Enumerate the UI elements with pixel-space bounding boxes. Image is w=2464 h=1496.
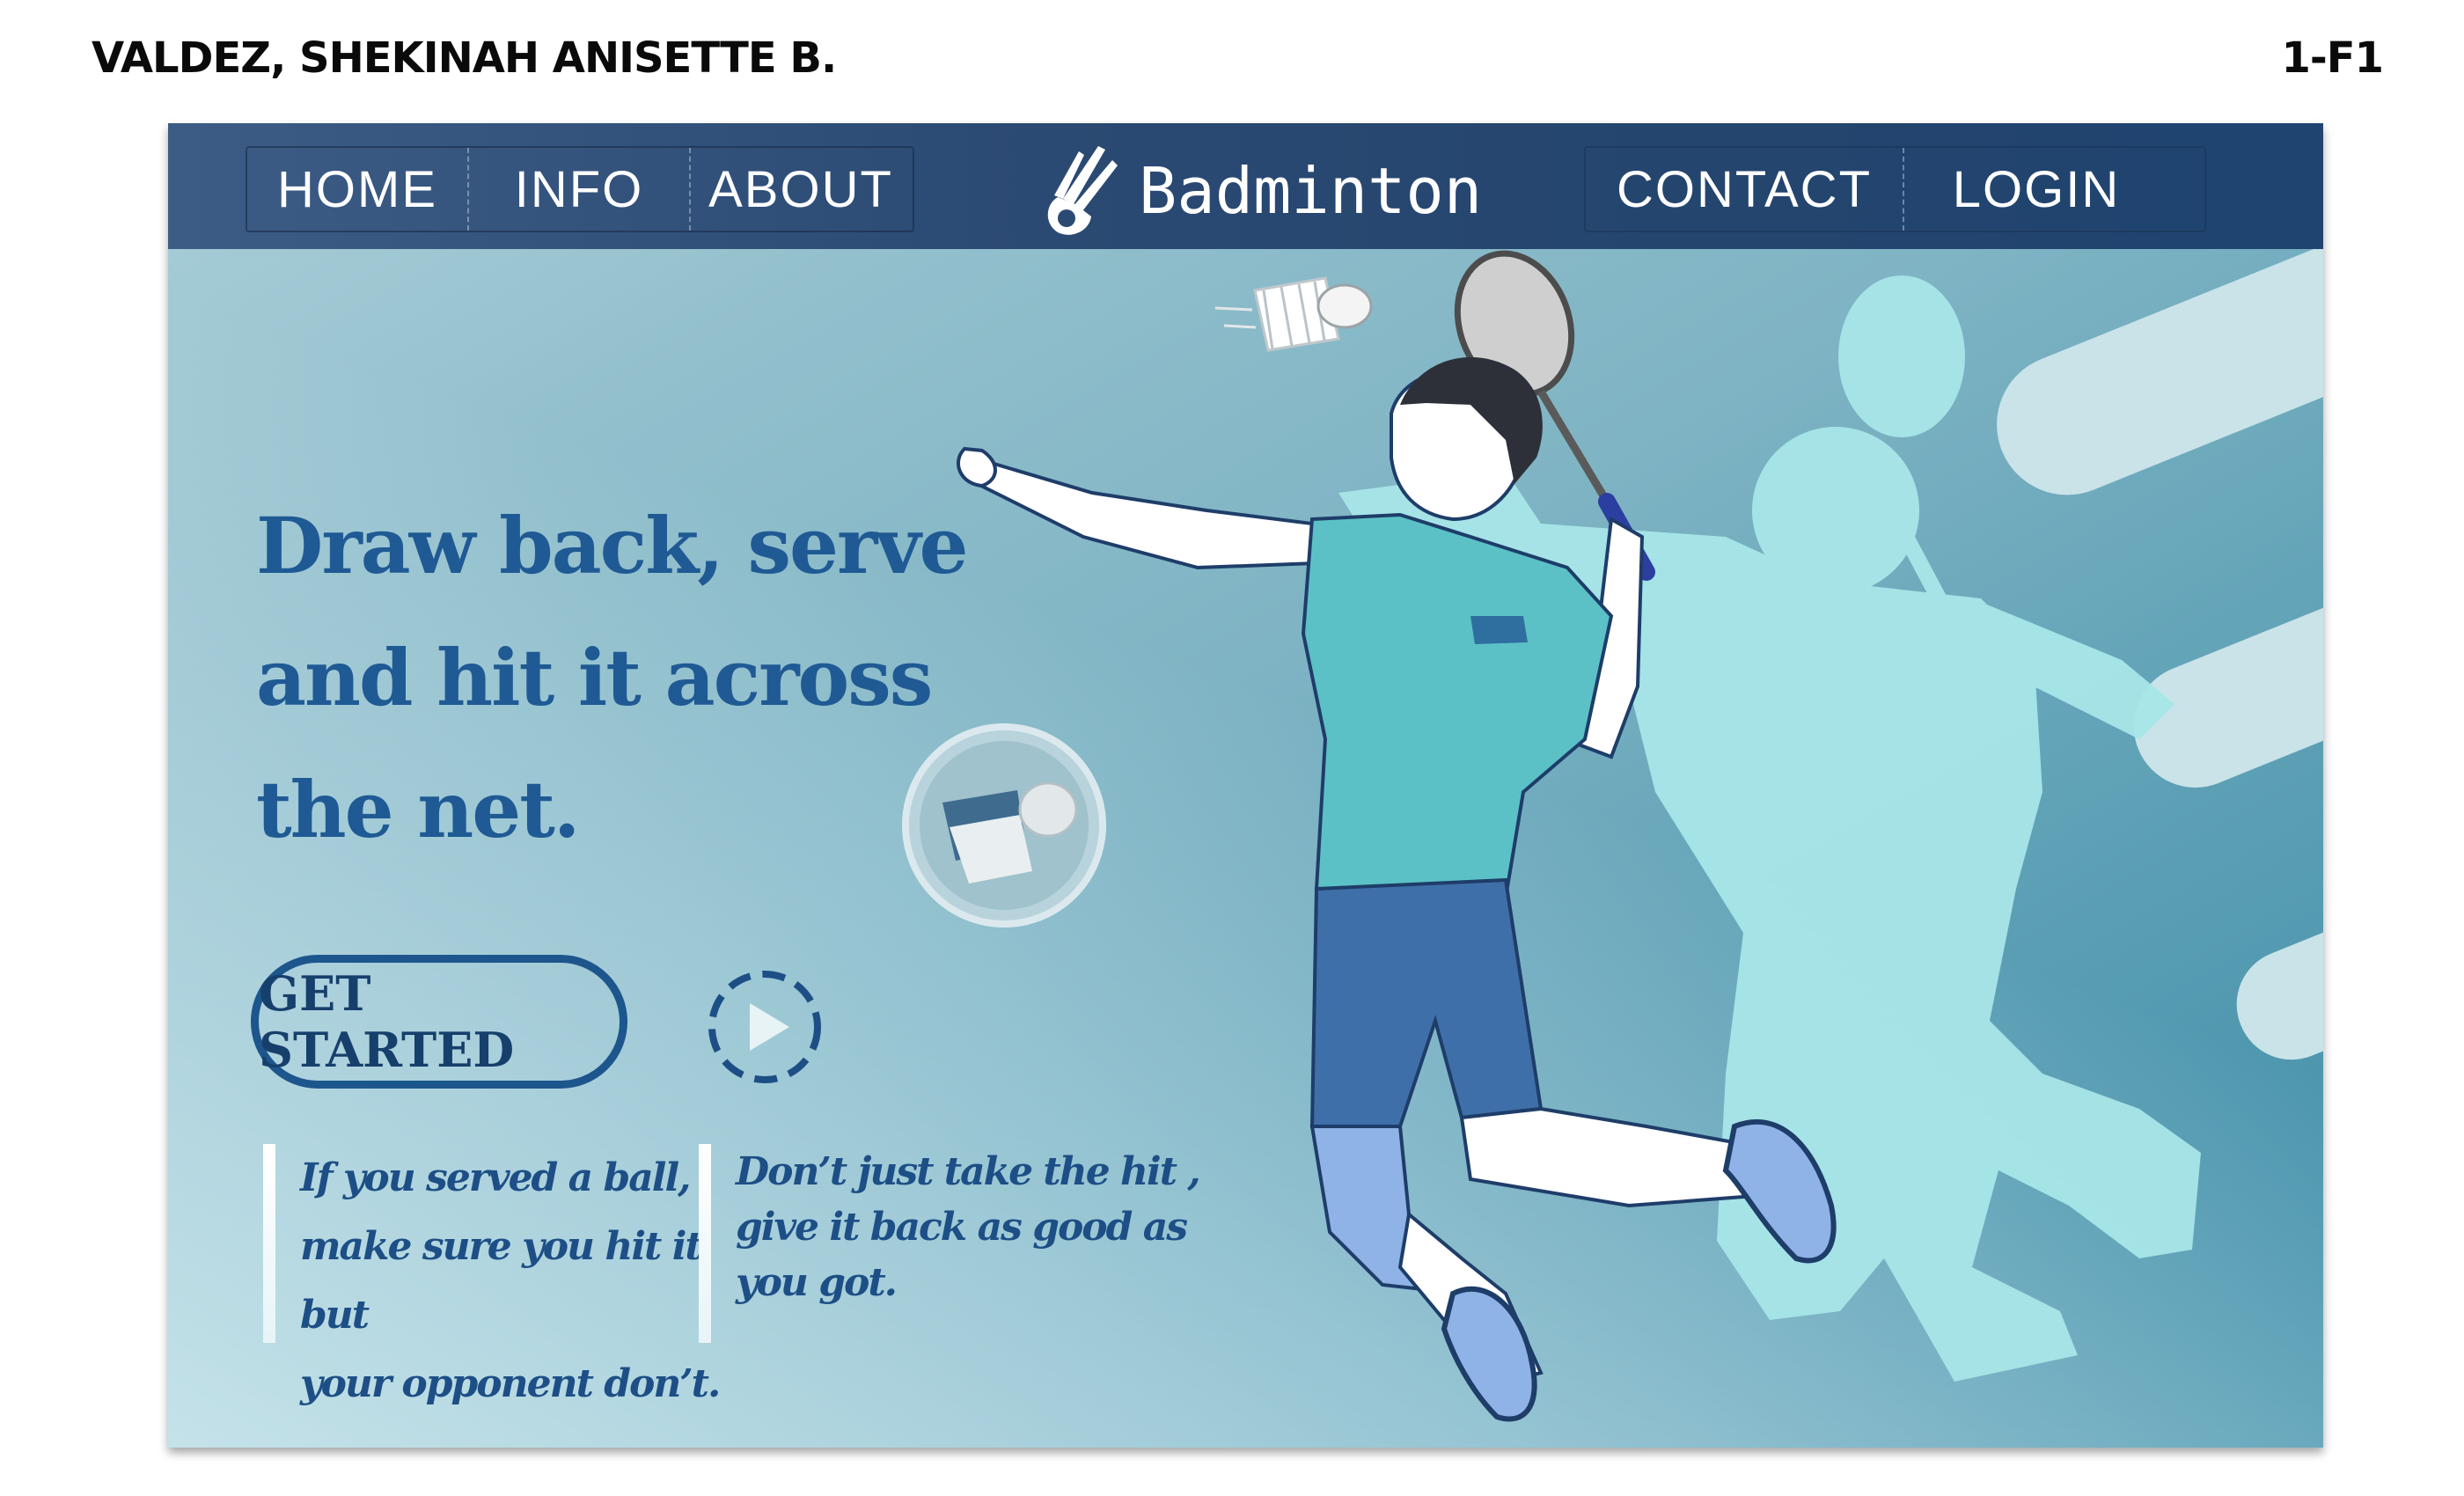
website-mockup: HOME INFO ABOUT Badminton CONTACT LOGIN … (168, 123, 2323, 1448)
top-navigation-bar: HOME INFO ABOUT Badminton CONTACT LOGIN (168, 123, 2323, 249)
nav-item-contact[interactable]: CONTACT (1586, 148, 1903, 231)
nav-right-group: CONTACT LOGIN (1584, 146, 2206, 232)
player-shorts (1309, 877, 1544, 1128)
get-started-button[interactable]: GET STARTED (251, 955, 627, 1089)
brand-logo[interactable]: Badminton (1037, 143, 1482, 239)
hero-headline: Draw back, serve and hit it across the n… (256, 480, 1048, 876)
quote-line: you got. (736, 1260, 898, 1305)
quote-line: make sure you hit it but (300, 1224, 703, 1338)
quote-bar (699, 1144, 711, 1343)
quote-line: give it back as good as (736, 1205, 1188, 1250)
quote-line: Don’t just take the hit , (736, 1149, 1201, 1194)
document-author: VALDEZ, SHEKINAH ANISETTE B. (92, 33, 837, 83)
player-shirt (1301, 512, 1614, 918)
quote-line: If you served a ball, (300, 1155, 692, 1200)
headline-line: the net. (256, 764, 581, 855)
player-shoe-left (1441, 1286, 1537, 1422)
quote-line: your opponent don’t. (300, 1361, 721, 1406)
quote-right: Don’t just take the hit , give it back a… (699, 1144, 1228, 1343)
shuttlecock-flying (1214, 276, 1373, 352)
headline-line: and hit it across (256, 632, 933, 723)
quote-left: If you served a ball, make sure you hit … (263, 1144, 749, 1419)
nav-item-home[interactable]: HOME (247, 148, 467, 231)
shuttlecock-icon (1047, 146, 1118, 235)
silhouette-racket-head (1838, 275, 1965, 437)
nav-left-group: HOME INFO ABOUT (246, 146, 914, 232)
racket-shaft (1537, 389, 1610, 504)
headline-line: Draw back, serve (256, 500, 968, 591)
decor-pill-top (1997, 235, 2323, 495)
nav-item-info[interactable]: INFO (469, 148, 689, 231)
quote-bar (263, 1144, 275, 1343)
nav-item-about[interactable]: ABOUT (691, 148, 911, 231)
play-icon[interactable] (706, 968, 824, 1086)
nav-item-login[interactable]: LOGIN (1904, 148, 2168, 231)
brand-name: Badminton (1139, 154, 1483, 228)
document-code: 1-F1 (2281, 33, 2384, 83)
decor-pill-bottom (2236, 898, 2323, 1060)
